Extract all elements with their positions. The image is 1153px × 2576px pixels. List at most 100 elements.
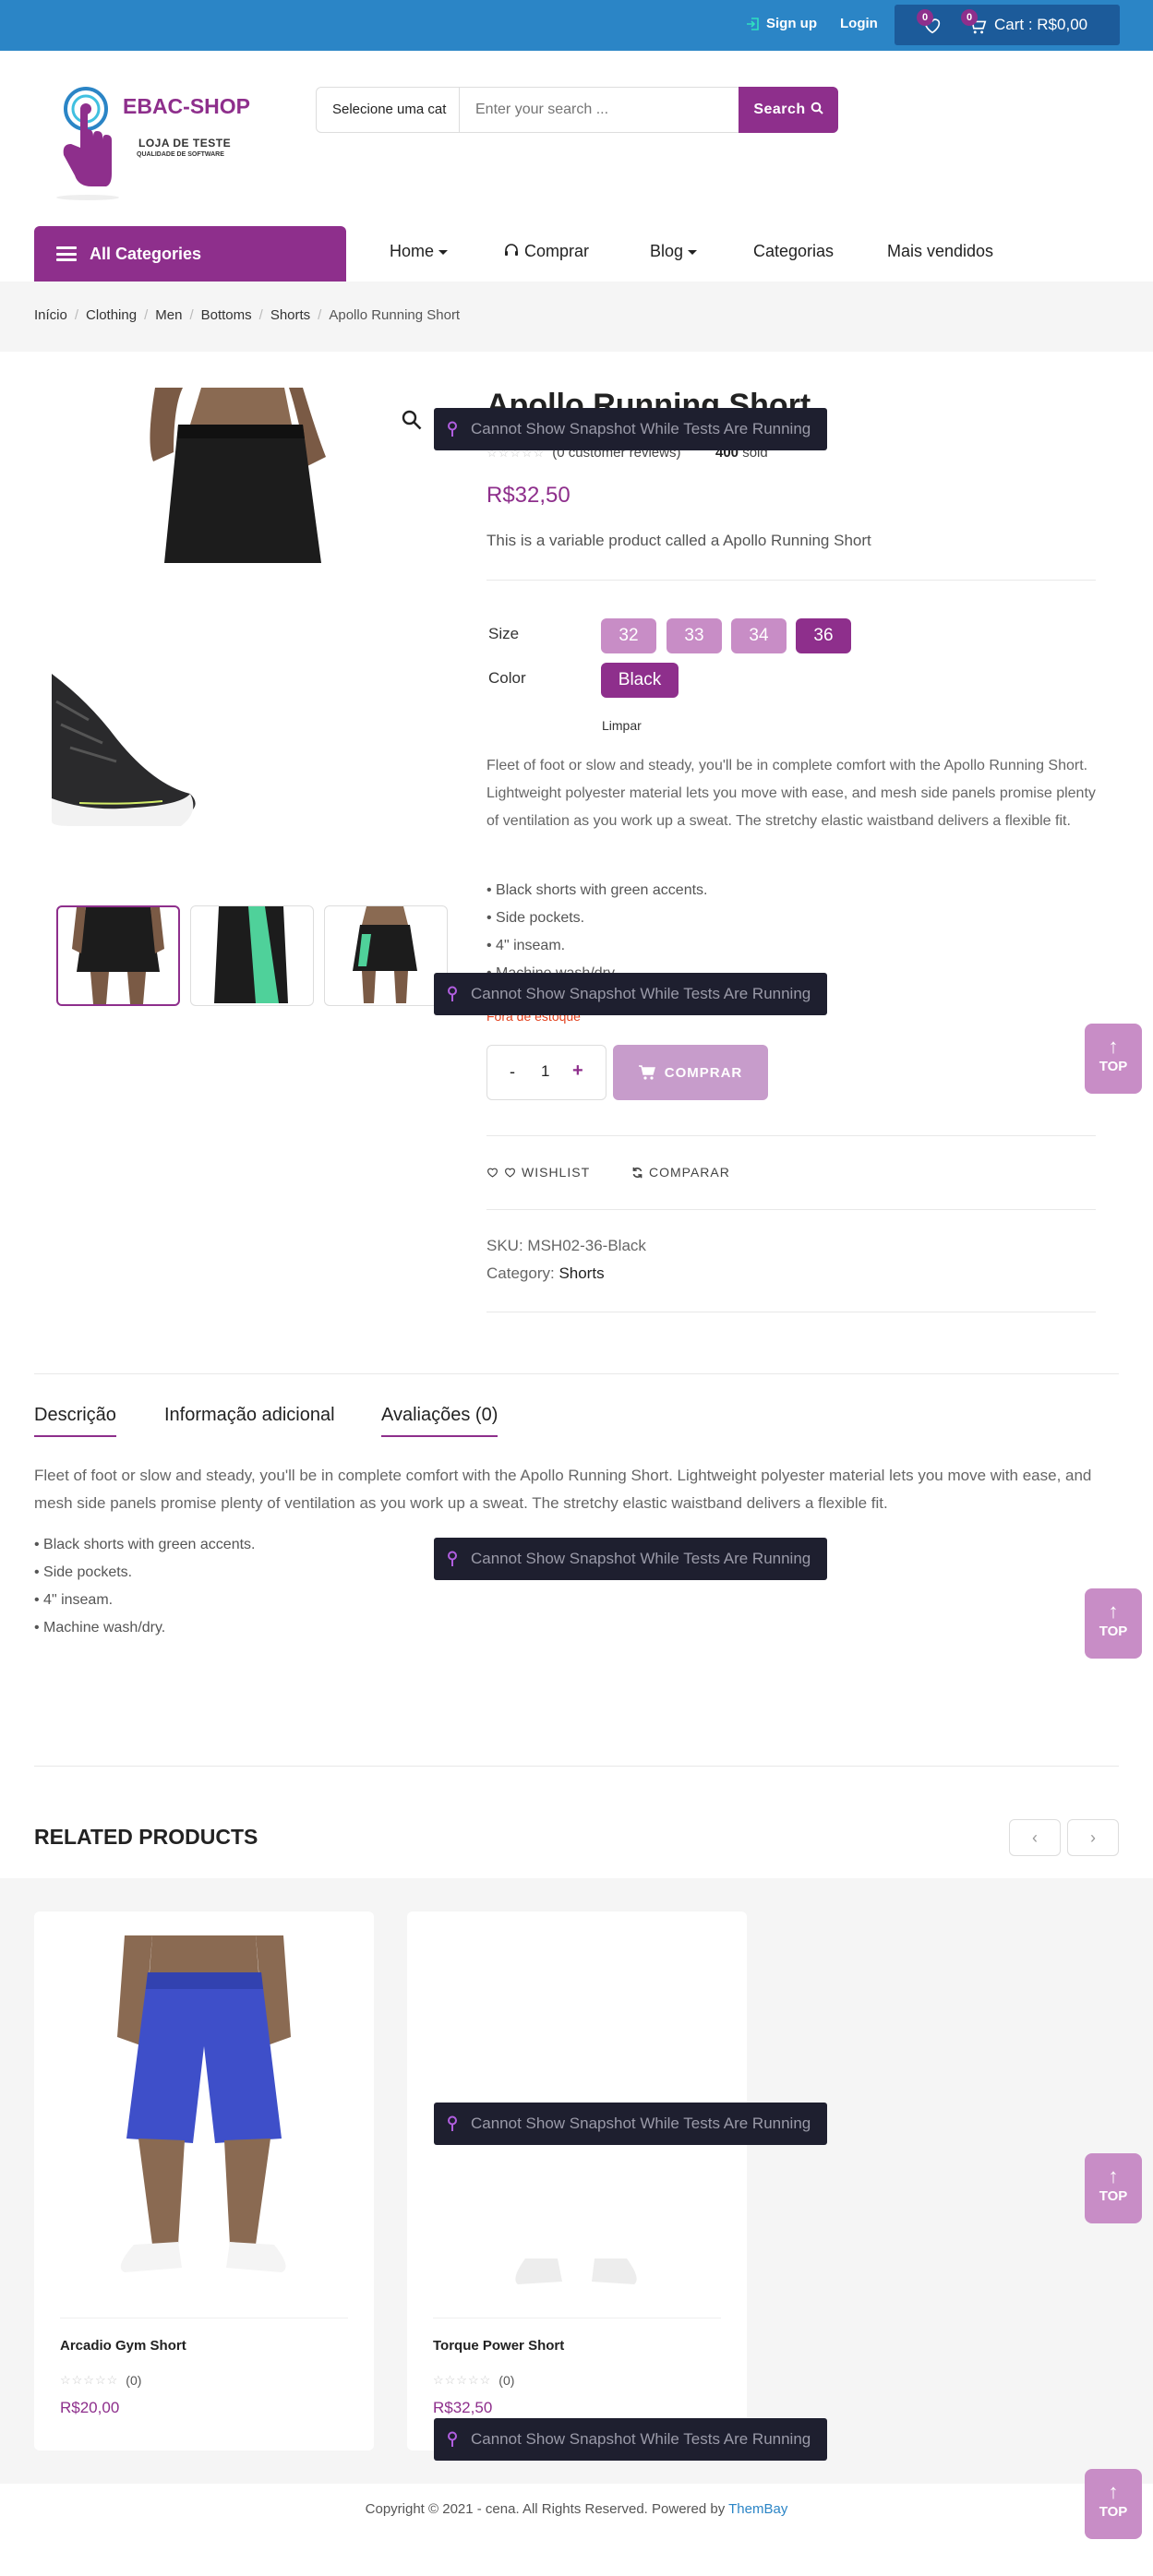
- zoom-icon[interactable]: [401, 409, 423, 431]
- breadcrumb-separator: /: [144, 307, 149, 323]
- snapshot-toast: Cannot Show Snapshot While Tests Are Run…: [434, 973, 827, 1015]
- thumbnail-2[interactable]: [190, 905, 314, 1006]
- product-bullet: • 4" inseam.: [486, 938, 566, 953]
- snapshot-toast: Cannot Show Snapshot While Tests Are Run…: [434, 2418, 827, 2461]
- breadcrumb: Início / Clothing / Men / Bottoms / Shorts / …: [0, 282, 1153, 352]
- snapshot-toast-text: Cannot Show Snapshot While Tests Are Run…: [471, 985, 811, 1002]
- tab-description-text: Fleet of foot or slow and steady, you'll…: [34, 1467, 1092, 1512]
- compare-button[interactable]: COMPARAR: [631, 1165, 730, 1180]
- product-main-image[interactable]: [137, 388, 349, 563]
- arrow-up-icon: ↑: [1108, 1600, 1119, 1623]
- size-swatch-36[interactable]: 36: [796, 618, 851, 653]
- related-next-button[interactable]: ›: [1067, 1819, 1119, 1856]
- site-logo[interactable]: EBAC-SHOP LOJA DE TESTE QUALIDADE DE SOF…: [51, 83, 263, 203]
- product-card-name[interactable]: Arcadio Gym Short: [60, 2338, 186, 2354]
- star-rating-icon: ☆☆☆☆☆: [60, 2373, 119, 2387]
- product-description: Fleet of foot or slow and steady, you'll…: [486, 758, 1096, 829]
- tab-descricao[interactable]: Descrição: [34, 1405, 116, 1437]
- search-category-select[interactable]: Selecione uma cat: [317, 88, 460, 132]
- scroll-top-button[interactable]: ↑ TOP: [1085, 2153, 1142, 2223]
- breadcrumb-separator: /: [258, 307, 263, 323]
- copyright-text: Copyright © 2021 - cena. All Rights Rese…: [365, 2501, 726, 2517]
- divider: [486, 580, 1096, 581]
- product-card-image[interactable]: [60, 1935, 348, 2305]
- breadcrumb-clothing[interactable]: Clothing: [86, 307, 137, 323]
- product-bullet: • Black shorts with green accents.: [486, 882, 708, 898]
- thumbnail-side-image: [214, 906, 288, 1003]
- search-icon: [811, 102, 823, 114]
- cart-count-badge: 0: [961, 9, 978, 26]
- sku-label: SKU:: [486, 1237, 523, 1254]
- product-secondary-image[interactable]: [52, 563, 449, 881]
- breadcrumb-inicio[interactable]: Início: [34, 307, 67, 323]
- product-shorts-image: [150, 388, 326, 563]
- search-button[interactable]: Search: [739, 87, 838, 133]
- login-link[interactable]: Login: [840, 16, 878, 31]
- scroll-top-button[interactable]: ↑ TOP: [1085, 1588, 1142, 1659]
- nav-blog[interactable]: Blog: [650, 242, 698, 261]
- product-short-description: This is a variable product called a Apol…: [486, 532, 871, 549]
- footer-copyright: Copyright © 2021 - cena. All Rights Rese…: [0, 2501, 1153, 2517]
- related-prev-button[interactable]: ‹: [1009, 1819, 1061, 1856]
- map-pin-icon: [448, 2115, 457, 2131]
- nav-categorias[interactable]: Categorias: [753, 242, 834, 261]
- category-link[interactable]: Shorts: [558, 1264, 604, 1282]
- scroll-top-label: TOP: [1099, 1059, 1128, 1074]
- product-card-price: R$20,00: [60, 2399, 120, 2416]
- size-swatch-34[interactable]: 34: [731, 618, 787, 653]
- thumbnail-1[interactable]: [56, 905, 180, 1006]
- tab-bullet: • Black shorts with green accents.: [34, 1537, 256, 1552]
- nav-home[interactable]: Home: [390, 242, 449, 261]
- breadcrumb-current: Apollo Running Short: [329, 307, 461, 323]
- product-card[interactable]: Arcadio Gym Short ☆☆☆☆☆ (0) R$20,00: [34, 1911, 374, 2450]
- chevron-down-icon: [688, 249, 698, 255]
- size-swatch-33[interactable]: 33: [667, 618, 722, 653]
- buy-button-label: COMPRAR: [664, 1064, 743, 1081]
- clear-selection-link[interactable]: Limpar: [602, 718, 642, 733]
- size-swatch-32[interactable]: 32: [601, 618, 656, 653]
- themebay-link[interactable]: ThemBay: [728, 2501, 787, 2517]
- quantity-increase-button[interactable]: +: [572, 1060, 583, 1082]
- buy-button[interactable]: COMPRAR: [613, 1045, 768, 1100]
- cart-total[interactable]: Cart : R$0,00: [994, 16, 1087, 34]
- nav-comprar[interactable]: Comprar: [503, 242, 589, 261]
- snapshot-toast-text: Cannot Show Snapshot While Tests Are Run…: [471, 2430, 811, 2448]
- breadcrumb-men[interactable]: Men: [155, 307, 182, 323]
- thumbnail-3[interactable]: [324, 905, 448, 1006]
- snapshot-toast-text: Cannot Show Snapshot While Tests Are Run…: [471, 420, 811, 437]
- signup-link[interactable]: Sign up: [746, 16, 817, 31]
- color-swatch-black[interactable]: Black: [601, 663, 679, 698]
- search-bar: Selecione uma cat Search: [316, 87, 838, 133]
- product-card[interactable]: Torque Power Short ☆☆☆☆☆ (0) R$32,50: [407, 1911, 747, 2450]
- nav-comprar-label: Comprar: [524, 242, 590, 260]
- scroll-top-button[interactable]: ↑ TOP: [1085, 2469, 1142, 2539]
- product-bullet: • Side pockets.: [486, 910, 585, 926]
- map-pin-icon: [448, 1551, 457, 1566]
- product-card-rating: ☆☆☆☆☆ (0): [433, 2373, 514, 2388]
- logo-brand: EBAC-SHOP: [123, 94, 251, 118]
- all-categories-button[interactable]: All Categories: [34, 226, 346, 282]
- product-card-name[interactable]: Torque Power Short: [433, 2338, 564, 2354]
- product-card-reviews: (0): [498, 2373, 515, 2388]
- blue-shorts-image: [117, 1935, 291, 2272]
- nav-mais-vendidos[interactable]: Mais vendidos: [887, 242, 993, 261]
- quantity-stepper: - 1 +: [486, 1045, 607, 1100]
- search-input[interactable]: [461, 88, 738, 132]
- related-products-title: RELATED PRODUCTS: [34, 1825, 258, 1849]
- tab-informacao-adicional[interactable]: Informação adicional: [164, 1405, 335, 1435]
- breadcrumb-bottoms[interactable]: Bottoms: [201, 307, 252, 323]
- divider: [486, 1209, 1096, 1210]
- cart-box[interactable]: 0 0 Cart : R$0,00: [895, 5, 1120, 45]
- headset-icon: [505, 244, 518, 256]
- tab-bullet: • Machine wash/dry.: [34, 1620, 166, 1635]
- snapshot-toast-text: Cannot Show Snapshot While Tests Are Run…: [471, 1550, 811, 1567]
- map-pin-icon: [448, 2431, 457, 2447]
- scroll-top-button[interactable]: ↑ TOP: [1085, 1024, 1142, 1094]
- product-sku: SKU: MSH02-36-Black: [486, 1237, 646, 1255]
- breadcrumb-shorts[interactable]: Shorts: [270, 307, 310, 323]
- signup-icon: [747, 17, 759, 30]
- tab-avaliacoes[interactable]: Avaliações (0): [381, 1405, 498, 1437]
- wishlist-button[interactable]: WISHLIST: [486, 1165, 590, 1180]
- quantity-value[interactable]: 1: [541, 1062, 549, 1081]
- quantity-decrease-button[interactable]: -: [510, 1062, 515, 1082]
